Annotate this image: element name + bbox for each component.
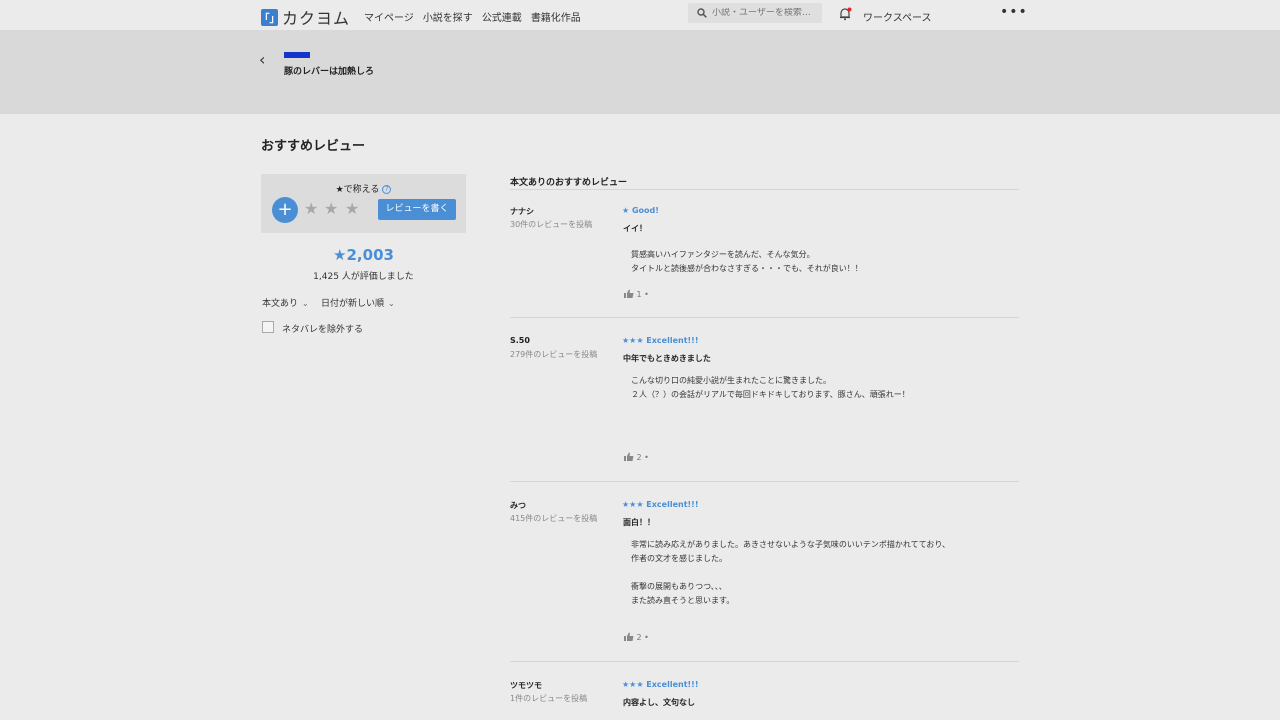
raters-count: 1,425 人が評価しました bbox=[313, 272, 414, 282]
search-box[interactable] bbox=[688, 3, 822, 23]
logo-text: カクヨム bbox=[282, 9, 351, 28]
nav-official-series[interactable]: 公式連載 bbox=[482, 9, 522, 24]
divider bbox=[510, 481, 1019, 482]
review-body: こんな切り口の純愛小説が生まれたことに驚きました。 ２人（？）の会話がリアルで毎… bbox=[631, 376, 910, 399]
workspace-link[interactable]: ワークスペース bbox=[863, 9, 932, 24]
add-star-button[interactable]: + bbox=[272, 197, 298, 223]
reviewer-review-count: 30件のレビューを投稿 bbox=[510, 220, 593, 229]
review-headline[interactable]: 内容よし、文句なし bbox=[623, 697, 695, 708]
star-select-icon[interactable]: ★ bbox=[324, 199, 338, 218]
search-input[interactable] bbox=[712, 8, 822, 18]
review-body: 質感高いハイファンタジーを読んだ、そんな気分。 タイトルと読後感が合わなさすぎる… bbox=[631, 250, 863, 273]
divider bbox=[510, 661, 1019, 662]
notification-bell-icon[interactable] bbox=[838, 6, 852, 21]
nav-my-page[interactable]: マイページ bbox=[364, 9, 414, 24]
nav-published-works[interactable]: 書籍化作品 bbox=[531, 9, 581, 24]
rate-label-row: ★で称える? bbox=[261, 182, 466, 195]
site-logo[interactable]: 「」 カクヨム bbox=[260, 5, 351, 29]
reviewer-review-count: 279件のレビューを投稿 bbox=[510, 350, 598, 359]
like-button[interactable]: 2 • bbox=[624, 632, 649, 643]
like-count: 2 bbox=[636, 453, 642, 462]
like-count: 1 bbox=[636, 290, 642, 299]
review-headline[interactable]: 中年でもときめきました bbox=[623, 353, 711, 364]
global-nav: マイページ 小説を探す 公式連載 書籍化作品 bbox=[364, 9, 581, 24]
review-item: S.50 279件のレビューを投稿 ★★★ Excellent!!! 中年でもと… bbox=[510, 336, 1019, 466]
rating-input-panel: ★で称える? + ★ ★ ★ レビューを書く bbox=[261, 174, 466, 233]
chevron-down-icon: ⌄ bbox=[302, 299, 309, 308]
star-select-icon[interactable]: ★ bbox=[345, 199, 359, 218]
reviewer-name[interactable]: みつ bbox=[510, 500, 526, 511]
review-headline[interactable]: イイ！ bbox=[623, 223, 647, 234]
like-count: 2 bbox=[636, 633, 642, 642]
total-stars: ★2,003 bbox=[333, 246, 394, 264]
thumbs-up-icon bbox=[624, 632, 634, 643]
review-item: ナナシ 30件のレビューを投稿 ★ Good! イイ！ 質感高いハイファンタジー… bbox=[510, 206, 1019, 306]
review-item: ツモツモ 1件のレビューを投稿 ★★★ Excellent!!! 内容よし、文句… bbox=[510, 680, 1019, 720]
like-button[interactable]: 2 • bbox=[624, 452, 649, 463]
back-chevron-icon[interactable]: ‹ bbox=[259, 50, 265, 69]
page-title: おすすめレビュー bbox=[261, 139, 366, 154]
spoiler-checkbox[interactable] bbox=[262, 321, 274, 333]
work-title[interactable]: 豚のレバーは加熱しろ bbox=[284, 64, 374, 77]
review-headline[interactable]: 面白！！ bbox=[623, 517, 655, 528]
review-body: 非常に読み応えがありました。あきさせないような子気味のいいテンポ描かれてており、… bbox=[631, 540, 951, 605]
review-rating: ★★★ Excellent!!! bbox=[622, 500, 699, 509]
spoiler-label[interactable]: ネタバレを除外する bbox=[282, 322, 363, 335]
review-item: みつ 415件のレビューを投稿 ★★★ Excellent!!! 面白！！ 非常… bbox=[510, 500, 1019, 650]
filter-body-label: 本文あり bbox=[262, 299, 299, 309]
more-menu-icon[interactable]: ••• bbox=[1000, 4, 1028, 20]
reviewer-review-count: 415件のレビューを投稿 bbox=[510, 514, 598, 523]
write-review-button[interactable]: レビューを書く bbox=[378, 199, 456, 220]
search-icon bbox=[697, 8, 707, 18]
review-rating: ★ Good! bbox=[622, 206, 659, 215]
review-rating: ★★★ Excellent!!! bbox=[622, 680, 699, 689]
filter-sort-label: 日付が新しい順 bbox=[321, 299, 385, 309]
logo-mark-icon: 「」 bbox=[260, 8, 280, 26]
rate-label: ★で称える bbox=[335, 185, 380, 195]
filter-body-dropdown[interactable]: 本文あり ⌄ bbox=[262, 296, 309, 309]
filter-sort-dropdown[interactable]: 日付が新しい順 ⌄ bbox=[321, 296, 395, 309]
like-button[interactable]: 1 • bbox=[624, 289, 649, 300]
nav-find-novels[interactable]: 小説を探す bbox=[423, 9, 473, 24]
reviewer-name[interactable]: ナナシ bbox=[510, 206, 534, 217]
work-header: ‹ 豚のレバーは加熱しろ bbox=[0, 30, 1280, 114]
reviewer-review-count: 1件のレビューを投稿 bbox=[510, 694, 588, 703]
thumbs-up-icon bbox=[624, 289, 634, 300]
star-select-icon[interactable]: ★ bbox=[304, 199, 318, 218]
top-header: 「」 カクヨム マイページ 小説を探す 公式連載 書籍化作品 ワークスペース •… bbox=[0, 0, 1280, 30]
reviewer-name[interactable]: S.50 bbox=[510, 336, 530, 345]
help-icon[interactable]: ? bbox=[382, 185, 392, 194]
thumbs-up-icon bbox=[624, 452, 634, 463]
work-color-bar bbox=[284, 52, 310, 58]
review-list-heading: 本文ありのおすすめレビュー bbox=[510, 178, 628, 188]
review-rating: ★★★ Excellent!!! bbox=[622, 336, 699, 345]
divider bbox=[510, 189, 1019, 190]
divider bbox=[510, 317, 1019, 318]
reviewer-name[interactable]: ツモツモ bbox=[510, 680, 542, 691]
chevron-down-icon: ⌄ bbox=[388, 299, 395, 308]
